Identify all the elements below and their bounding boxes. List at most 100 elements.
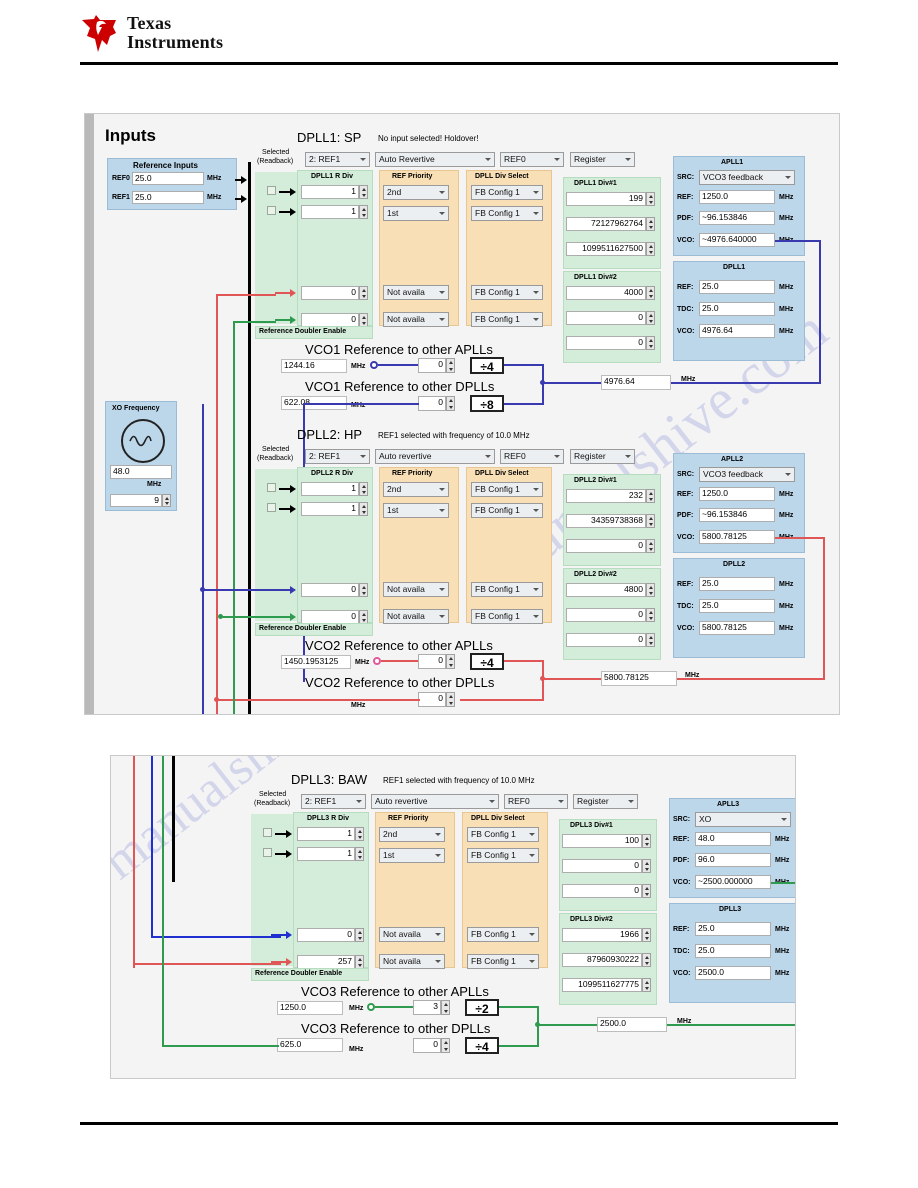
- dpll3-ref-priority-select-0[interactable]: 2nd: [379, 827, 445, 842]
- dpll2-revertive-select[interactable]: Auto revertive: [375, 449, 495, 464]
- dpll1-ref-priority-select-0[interactable]: 2nd: [383, 185, 449, 200]
- dpll3-div2-input-1[interactable]: 87960930222: [562, 953, 642, 967]
- dpll1-selected-readback-select[interactable]: 2: REF1: [305, 152, 370, 167]
- dpll2-div2-input-2[interactable]: 0: [566, 633, 646, 647]
- dpll2-div1-spinner-2[interactable]: [646, 539, 655, 553]
- dpll2-selected-readback-select[interactable]: 2: REF1: [305, 449, 370, 464]
- dpll2-ref-priority-select-3[interactable]: Not availa: [383, 609, 449, 624]
- dpll2-div1-spinner-1[interactable]: [646, 514, 655, 528]
- dpll2-ref1-enable-checkbox[interactable]: [267, 503, 276, 512]
- dpll2-div1-spinner-0[interactable]: [646, 489, 655, 503]
- vco2-dpll-divider-input[interactable]: 0: [418, 692, 446, 707]
- dpll3-rdiv-input-3[interactable]: 257: [297, 955, 355, 969]
- vco1-apll-divider-spinner[interactable]: [446, 358, 455, 373]
- dpll1-source-select[interactable]: Register: [570, 152, 635, 167]
- dpll3-selected-readback-select[interactable]: 2: REF1: [301, 794, 366, 809]
- dpll3-rdiv-spinner-2[interactable]: [355, 928, 364, 942]
- dpll1-ref-priority-select-2[interactable]: Not availa: [383, 285, 449, 300]
- vco2-dpll-divider-spinner[interactable]: [446, 692, 455, 707]
- dpll1-rdiv-input-3[interactable]: 0: [301, 313, 359, 327]
- dpll3-source-select[interactable]: Register: [573, 794, 638, 809]
- dpll3-div2-spinner-0[interactable]: [642, 928, 651, 942]
- dpll1-div1-input-0[interactable]: 199: [566, 192, 646, 206]
- dpll1-rdiv-input-0[interactable]: 1: [301, 185, 359, 199]
- vco3-apll-divider-input[interactable]: 3: [413, 1000, 441, 1015]
- xo-divider-spinner[interactable]: [162, 494, 171, 507]
- dpll3-revertive-select[interactable]: Auto revertive: [371, 794, 499, 809]
- dpll2-rdiv-spinner-2[interactable]: [359, 583, 368, 597]
- dpll2-div-select-2[interactable]: FB Config 1: [471, 582, 543, 597]
- dpll2-ref-select[interactable]: REF0: [500, 449, 564, 464]
- dpll2-ref0-enable-checkbox[interactable]: [267, 483, 276, 492]
- dpll3-div-select-0[interactable]: FB Config 1: [467, 827, 539, 842]
- dpll1-div1-input-1[interactable]: 72127962764: [566, 217, 646, 231]
- dpll1-ref-priority-select-3[interactable]: Not availa: [383, 312, 449, 327]
- dpll1-rdiv-spinner-3[interactable]: [359, 313, 368, 327]
- vco2-apll-divider-spinner[interactable]: [446, 654, 455, 669]
- dpll2-rdiv-spinner-0[interactable]: [359, 482, 368, 496]
- dpll1-div2-input-1[interactable]: 0: [566, 311, 646, 325]
- dpll1-div-select-3[interactable]: FB Config 1: [471, 312, 543, 327]
- dpll2-ref-priority-select-0[interactable]: 2nd: [383, 482, 449, 497]
- dpll1-ref1-enable-checkbox[interactable]: [267, 206, 276, 215]
- dpll3-div-select-1[interactable]: FB Config 1: [467, 848, 539, 863]
- dpll2-rdiv-input-0[interactable]: 1: [301, 482, 359, 496]
- dpll3-div2-spinner-1[interactable]: [642, 953, 651, 967]
- vco1-apll-divider-input[interactable]: 0: [418, 358, 446, 373]
- dpll3-div1-input-1[interactable]: 0: [562, 859, 642, 873]
- vco2-apll-divider-input[interactable]: 0: [418, 654, 446, 669]
- dpll1-div-select-2[interactable]: FB Config 1: [471, 285, 543, 300]
- dpll2-rdiv-spinner-3[interactable]: [359, 610, 368, 624]
- dpll1-div2-input-2[interactable]: 0: [566, 336, 646, 350]
- dpll2-div1-input-1[interactable]: 34359738368: [566, 514, 646, 528]
- dpll1-div1-input-2[interactable]: 1099511627500: [566, 242, 646, 256]
- dpll1-div1-spinner-1[interactable]: [646, 217, 655, 231]
- dpll3-div2-input-2[interactable]: 1099511627775: [562, 978, 642, 992]
- dpll3-div1-spinner-1[interactable]: [642, 859, 651, 873]
- dpll2-div-select-3[interactable]: FB Config 1: [471, 609, 543, 624]
- dpll2-ref-priority-select-1[interactable]: 1st: [383, 503, 449, 518]
- dpll2-div1-input-2[interactable]: 0: [566, 539, 646, 553]
- dpll2-div2-input-1[interactable]: 0: [566, 608, 646, 622]
- dpll2-rdiv-input-3[interactable]: 0: [301, 610, 359, 624]
- dpll2-source-select[interactable]: Register: [570, 449, 635, 464]
- vco3-apll-divider-spinner[interactable]: [441, 1000, 450, 1015]
- dpll2-rdiv-spinner-1[interactable]: [359, 502, 368, 516]
- dpll3-div1-input-0[interactable]: 100: [562, 834, 642, 848]
- dpll3-rdiv-spinner-1[interactable]: [355, 847, 364, 861]
- dpll1-ref-priority-select-1[interactable]: 1st: [383, 206, 449, 221]
- dpll1-div-select-1[interactable]: FB Config 1: [471, 206, 543, 221]
- dpll3-ref0-enable-checkbox[interactable]: [263, 828, 272, 837]
- dpll1-div2-spinner-2[interactable]: [646, 336, 655, 350]
- dpll3-ref-select[interactable]: REF0: [504, 794, 568, 809]
- dpll1-div2-input-0[interactable]: 4000: [566, 286, 646, 300]
- dpll3-div1-input-2[interactable]: 0: [562, 884, 642, 898]
- dpll2-rdiv-input-1[interactable]: 1: [301, 502, 359, 516]
- dpll1-div1-spinner-2[interactable]: [646, 242, 655, 256]
- dpll1-ref0-enable-checkbox[interactable]: [267, 186, 276, 195]
- dpll2-div2-spinner-1[interactable]: [646, 608, 655, 622]
- dpll3-div2-input-0[interactable]: 1966: [562, 928, 642, 942]
- dpll2-div-select-0[interactable]: FB Config 1: [471, 482, 543, 497]
- dpll3-rdiv-spinner-0[interactable]: [355, 827, 364, 841]
- dpll1-div2-spinner-0[interactable]: [646, 286, 655, 300]
- dpll3-div2-spinner-2[interactable]: [642, 978, 651, 992]
- dpll1-rdiv-spinner-1[interactable]: [359, 205, 368, 219]
- dpll3-rdiv-input-1[interactable]: 1: [297, 847, 355, 861]
- dpll3-div1-spinner-0[interactable]: [642, 834, 651, 848]
- xo-frequency-input[interactable]: 48.0: [110, 465, 172, 479]
- dpll1-rdiv-input-1[interactable]: 1: [301, 205, 359, 219]
- vco1-dpll-divider-input[interactable]: 0: [418, 396, 446, 411]
- dpll1-rdiv-spinner-2[interactable]: [359, 286, 368, 300]
- dpll2-rdiv-input-2[interactable]: 0: [301, 583, 359, 597]
- dpll3-rdiv-input-2[interactable]: 0: [297, 928, 355, 942]
- ref1-frequency-input[interactable]: 25.0: [132, 191, 204, 204]
- dpll1-div-select-0[interactable]: FB Config 1: [471, 185, 543, 200]
- dpll2-div-select-1[interactable]: FB Config 1: [471, 503, 543, 518]
- xo-divider-input[interactable]: 9: [110, 494, 162, 507]
- dpll1-rdiv-spinner-0[interactable]: [359, 185, 368, 199]
- dpll1-rdiv-input-2[interactable]: 0: [301, 286, 359, 300]
- apll1-src-select[interactable]: VCO3 feedback: [699, 170, 795, 185]
- dpll2-div1-input-0[interactable]: 232: [566, 489, 646, 503]
- dpll2-div2-input-0[interactable]: 4800: [566, 583, 646, 597]
